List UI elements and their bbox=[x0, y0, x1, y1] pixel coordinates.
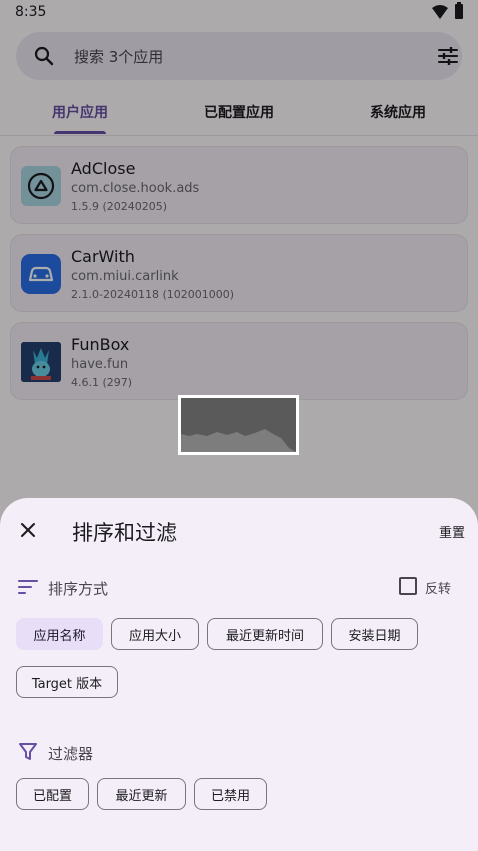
chip-label: 最近更新时间 bbox=[225, 628, 304, 644]
sort-filter-sheet: 排序和过滤 重置 排序方式 反转 应用名称 应用大小 最近更新时间 安装日期 T… bbox=[0, 498, 478, 851]
close-icon[interactable] bbox=[14, 516, 42, 544]
reset-button[interactable]: 重置 bbox=[439, 522, 465, 541]
sort-chip-target-version[interactable]: Target 版本 bbox=[16, 666, 118, 698]
sheet-title: 排序和过滤 bbox=[72, 521, 177, 545]
chip-label: 最近更新 bbox=[115, 788, 168, 804]
chip-label: 已配置 bbox=[32, 788, 72, 804]
reverse-checkbox[interactable] bbox=[399, 577, 417, 595]
chip-label: 应用大小 bbox=[128, 628, 181, 644]
sort-chip-app-name[interactable]: 应用名称 bbox=[16, 618, 103, 650]
preview-thumbnail bbox=[178, 395, 299, 455]
sort-icon bbox=[18, 580, 38, 594]
chip-label: 已禁用 bbox=[210, 788, 250, 804]
sort-section-label: 排序方式 bbox=[48, 580, 109, 598]
sort-chip-app-size[interactable]: 应用大小 bbox=[111, 618, 199, 650]
filter-icon bbox=[19, 743, 37, 760]
filter-section-label: 过滤器 bbox=[48, 745, 94, 763]
chip-label: 安装日期 bbox=[348, 628, 401, 644]
filter-chip-disabled[interactable]: 已禁用 bbox=[194, 778, 267, 810]
filter-chip-recently-updated[interactable]: 最近更新 bbox=[97, 778, 186, 810]
reverse-label: 反转 bbox=[425, 582, 452, 597]
filter-chip-configured[interactable]: 已配置 bbox=[16, 778, 89, 810]
sort-chip-last-updated[interactable]: 最近更新时间 bbox=[207, 618, 323, 650]
chip-label: 应用名称 bbox=[33, 628, 86, 644]
sort-chip-install-date[interactable]: 安装日期 bbox=[331, 618, 418, 650]
chip-label: Target 版本 bbox=[31, 676, 103, 692]
